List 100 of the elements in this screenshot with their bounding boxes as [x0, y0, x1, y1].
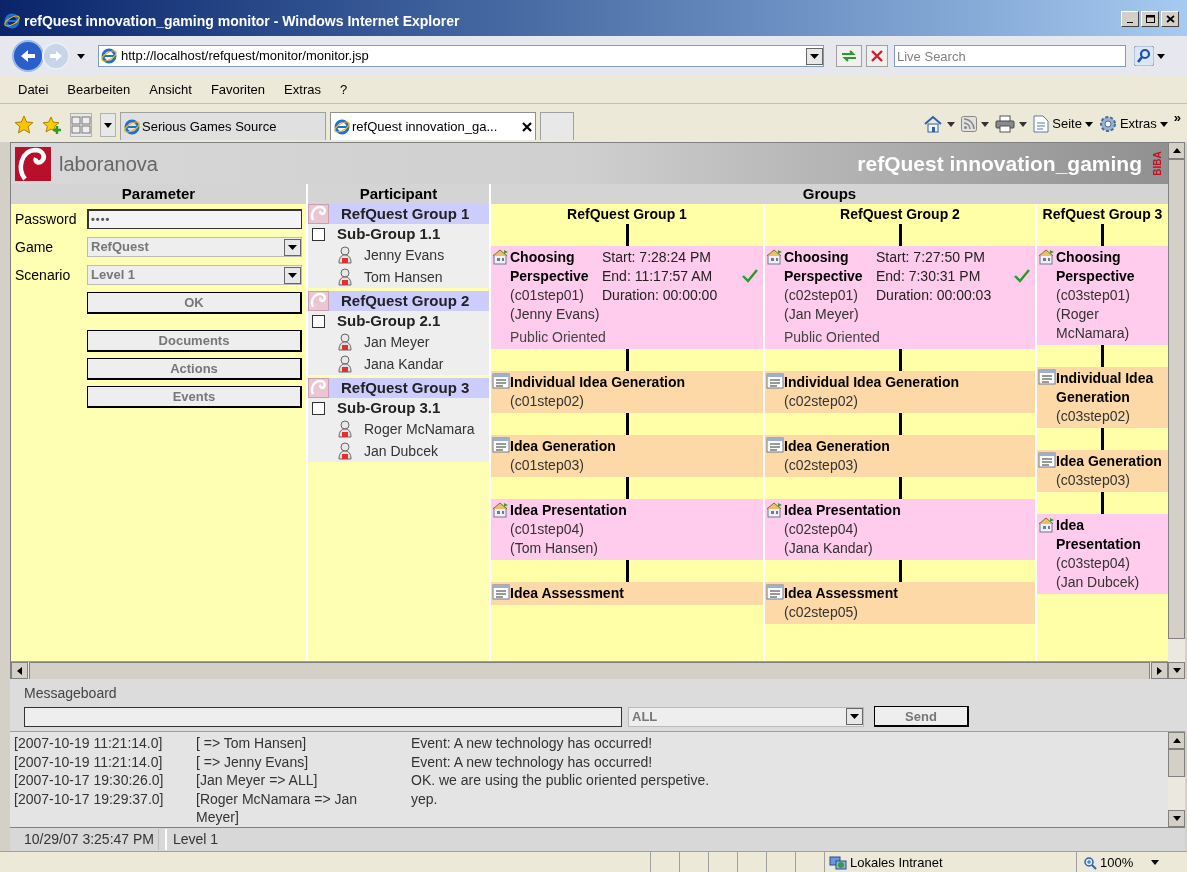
- stop-icon[interactable]: [871, 50, 883, 62]
- close-icon[interactable]: [522, 121, 532, 132]
- message-field[interactable]: [24, 706, 622, 727]
- person-icon: [338, 420, 352, 438]
- arrow-right-icon[interactable]: [1157, 666, 1162, 675]
- brand-name: laboranova: [59, 151, 159, 177]
- document-icon: [492, 437, 510, 453]
- connector-line: [898, 477, 902, 499]
- dropdown-icon[interactable]: [806, 47, 823, 65]
- log-time: [2007-10-17 19:29:37.0]: [14, 789, 165, 809]
- log-route: [Jan Meyer => ALL]: [196, 771, 319, 790]
- stop-button[interactable]: [866, 45, 888, 67]
- dropdown-icon[interactable]: [846, 708, 863, 725]
- back-button[interactable]: [12, 40, 44, 72]
- house-icon: [492, 501, 510, 518]
- log-message: yep.: [411, 789, 439, 809]
- maximize-button[interactable]: [1141, 11, 1159, 27]
- group-title: RefQuest Group 1: [566, 205, 688, 224]
- menu-item[interactable]: Favoriten: [210, 79, 266, 100]
- member-name: Jenny Evans: [364, 245, 445, 265]
- browser-icon: [101, 48, 117, 64]
- close-button[interactable]: [1161, 11, 1179, 27]
- side-mark: BIBA: [1150, 151, 1164, 176]
- arrow-left-icon[interactable]: [17, 666, 22, 675]
- arrow-up-icon[interactable]: [1172, 738, 1181, 743]
- send-button[interactable]: Send: [874, 706, 969, 727]
- minimize-button[interactable]: [1121, 11, 1139, 27]
- swirl-icon: [308, 204, 329, 224]
- connector-line: [625, 560, 629, 582]
- connector-line: [1101, 224, 1104, 246]
- duration: Duration: 00:00:00: [602, 286, 718, 305]
- star-icon[interactable]: [14, 115, 34, 135]
- group-row[interactable]: RefQuest Group 2: [308, 291, 489, 311]
- more-button[interactable]: »: [1173, 108, 1181, 128]
- group-title: RefQuest Group 3: [1041, 205, 1164, 224]
- window-title: refQuest innovation_gaming monitor - Windows Internet Explorer: [24, 11, 461, 31]
- home-icon[interactable]: [923, 115, 944, 133]
- menu-item[interactable]: Datei: [18, 79, 49, 100]
- arrow-down-icon[interactable]: [1172, 816, 1181, 821]
- dropdown-icon[interactable]: [284, 266, 301, 284]
- arrow-down-icon[interactable]: [1172, 668, 1181, 673]
- menu-item[interactable]: Extras: [284, 79, 321, 100]
- caret-icon: [1019, 121, 1028, 127]
- menu-item[interactable]: Bearbeiten: [67, 79, 131, 100]
- address-field[interactable]: http://localhost/refquest/monitor/monitor.jsp: [98, 45, 824, 67]
- toolbar-menu-button[interactable]: Extras: [1098, 114, 1168, 134]
- subgroup-name: Sub-Group 2.1: [337, 310, 441, 331]
- step-code: (c02step05): [784, 603, 859, 622]
- dropdown-icon[interactable]: [284, 238, 301, 256]
- arrow-up-icon[interactable]: [1172, 148, 1181, 153]
- close-icon[interactable]: [1165, 15, 1175, 23]
- checkbox[interactable]: [312, 227, 325, 241]
- connector-line: [1101, 428, 1104, 450]
- step-title: Idea Assessment: [784, 584, 899, 603]
- vertical-scrollbar[interactable]: [1168, 142, 1185, 679]
- caret-icon: [981, 121, 990, 127]
- checkbox[interactable]: [312, 314, 325, 328]
- step-code: (c01step04): [510, 520, 585, 539]
- group-row[interactable]: RefQuest Group 3: [308, 378, 489, 398]
- menu-item[interactable]: ?: [339, 79, 348, 100]
- form-button[interactable]: Events: [87, 386, 302, 408]
- maximize-icon[interactable]: [1145, 15, 1155, 23]
- menu-item[interactable]: Ansicht: [149, 79, 192, 100]
- form-button[interactable]: Actions: [87, 358, 302, 380]
- connector-line: [898, 413, 902, 435]
- panel-heading: Groups: [491, 184, 1168, 204]
- feed-icon[interactable]: [961, 116, 978, 132]
- form-button[interactable]: OK: [87, 292, 302, 314]
- end-time: End: 7:30:31 PM: [876, 267, 982, 286]
- tab-list-dropdown[interactable]: [100, 113, 116, 137]
- start-time: Start: 7:27:50 PM: [876, 248, 986, 267]
- tab[interactable]: refQuest innovation_ga...: [330, 112, 536, 140]
- checkbox[interactable]: [312, 401, 325, 415]
- group-row[interactable]: RefQuest Group 1: [308, 204, 489, 224]
- subgroup-name: Sub-Group 1.1: [337, 223, 441, 244]
- search-field[interactable]: Live Search: [894, 45, 1126, 67]
- start-time: Start: 7:28:24 PM: [602, 248, 712, 267]
- house-icon: [1038, 248, 1056, 265]
- printer-icon[interactable]: [995, 115, 1016, 133]
- select-field[interactable]: Level 1: [87, 265, 302, 285]
- log-scrollbar[interactable]: [1168, 732, 1185, 827]
- password-field[interactable]: ••••: [87, 209, 302, 229]
- star-plus-icon[interactable]: [42, 115, 62, 135]
- zoom-button[interactable]: 100%: [1076, 852, 1164, 872]
- step-title: Idea Generation: [510, 437, 617, 456]
- document-icon: [766, 373, 784, 389]
- caret-icon: [1159, 121, 1168, 127]
- form-button[interactable]: Documents: [87, 330, 302, 352]
- gear-icon[interactable]: [1098, 115, 1117, 133]
- select-field[interactable]: RefQuest: [87, 237, 302, 257]
- recipient-select[interactable]: ALL: [628, 706, 864, 727]
- page-icon[interactable]: [1033, 115, 1050, 133]
- document-icon: [492, 584, 510, 600]
- tab[interactable]: Serious Games Source: [120, 112, 326, 140]
- toolbar-menu-button[interactable]: Seite: [1033, 114, 1093, 134]
- back-arrow-icon[interactable]: [19, 48, 37, 64]
- caret-icon: [1084, 121, 1093, 127]
- search-icon: [1134, 46, 1154, 66]
- document-icon: [766, 584, 784, 600]
- step-title: Idea Presentation: [510, 501, 628, 520]
